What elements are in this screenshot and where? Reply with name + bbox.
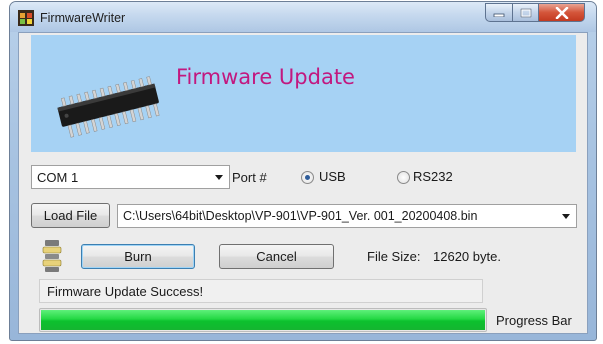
progress-label: Progress Bar — [496, 313, 572, 328]
title-bar[interactable]: FirmwareWriter — [10, 2, 596, 32]
burn-button[interactable]: Burn — [81, 244, 195, 269]
firmware-writer-window: FirmwareWriter Firmware Update COM 1 Por… — [9, 1, 597, 341]
ic-chip-icon — [57, 76, 160, 138]
com-port-value: COM 1 — [37, 169, 79, 185]
file-path-value: C:\Users\64bit\Desktop\VP-901\VP-901_Ver… — [123, 209, 478, 223]
app-icon — [18, 10, 34, 26]
close-icon — [555, 6, 568, 19]
rs232-radio[interactable] — [397, 171, 410, 184]
minimize-button[interactable] — [485, 3, 513, 22]
close-button[interactable] — [538, 3, 585, 22]
file-size-value: 12620 byte. — [433, 249, 501, 264]
maximize-icon — [520, 8, 531, 17]
load-file-button[interactable]: Load File — [31, 203, 110, 228]
file-size-label: File Size: — [367, 249, 421, 264]
progress-bar — [39, 308, 487, 332]
usb-radio[interactable] — [301, 171, 314, 184]
status-message: Firmware Update Success! — [47, 283, 204, 299]
window-title: FirmwareWriter — [40, 11, 126, 25]
port-label: Port # — [232, 170, 267, 185]
maximize-button[interactable] — [512, 3, 539, 22]
usb-label[interactable]: USB — [319, 169, 346, 184]
minimize-icon — [493, 13, 505, 17]
rs232-label[interactable]: RS232 — [413, 169, 453, 184]
file-path-select[interactable]: C:\Users\64bit\Desktop\VP-901\VP-901_Ver… — [117, 204, 577, 228]
cancel-button[interactable]: Cancel — [219, 244, 334, 269]
com-port-select[interactable]: COM 1 — [31, 165, 230, 189]
banner-title: Firmware Update — [176, 65, 355, 89]
status-box: Firmware Update Success! — [39, 279, 483, 303]
progress-fill — [41, 310, 485, 330]
client-area: Firmware Update COM 1 Port # USB RS232 L… — [18, 32, 588, 334]
header-banner: Firmware Update — [31, 35, 576, 152]
chip-stack-icon — [42, 240, 62, 272]
chevron-down-icon — [215, 175, 223, 180]
chevron-down-icon — [562, 214, 570, 219]
